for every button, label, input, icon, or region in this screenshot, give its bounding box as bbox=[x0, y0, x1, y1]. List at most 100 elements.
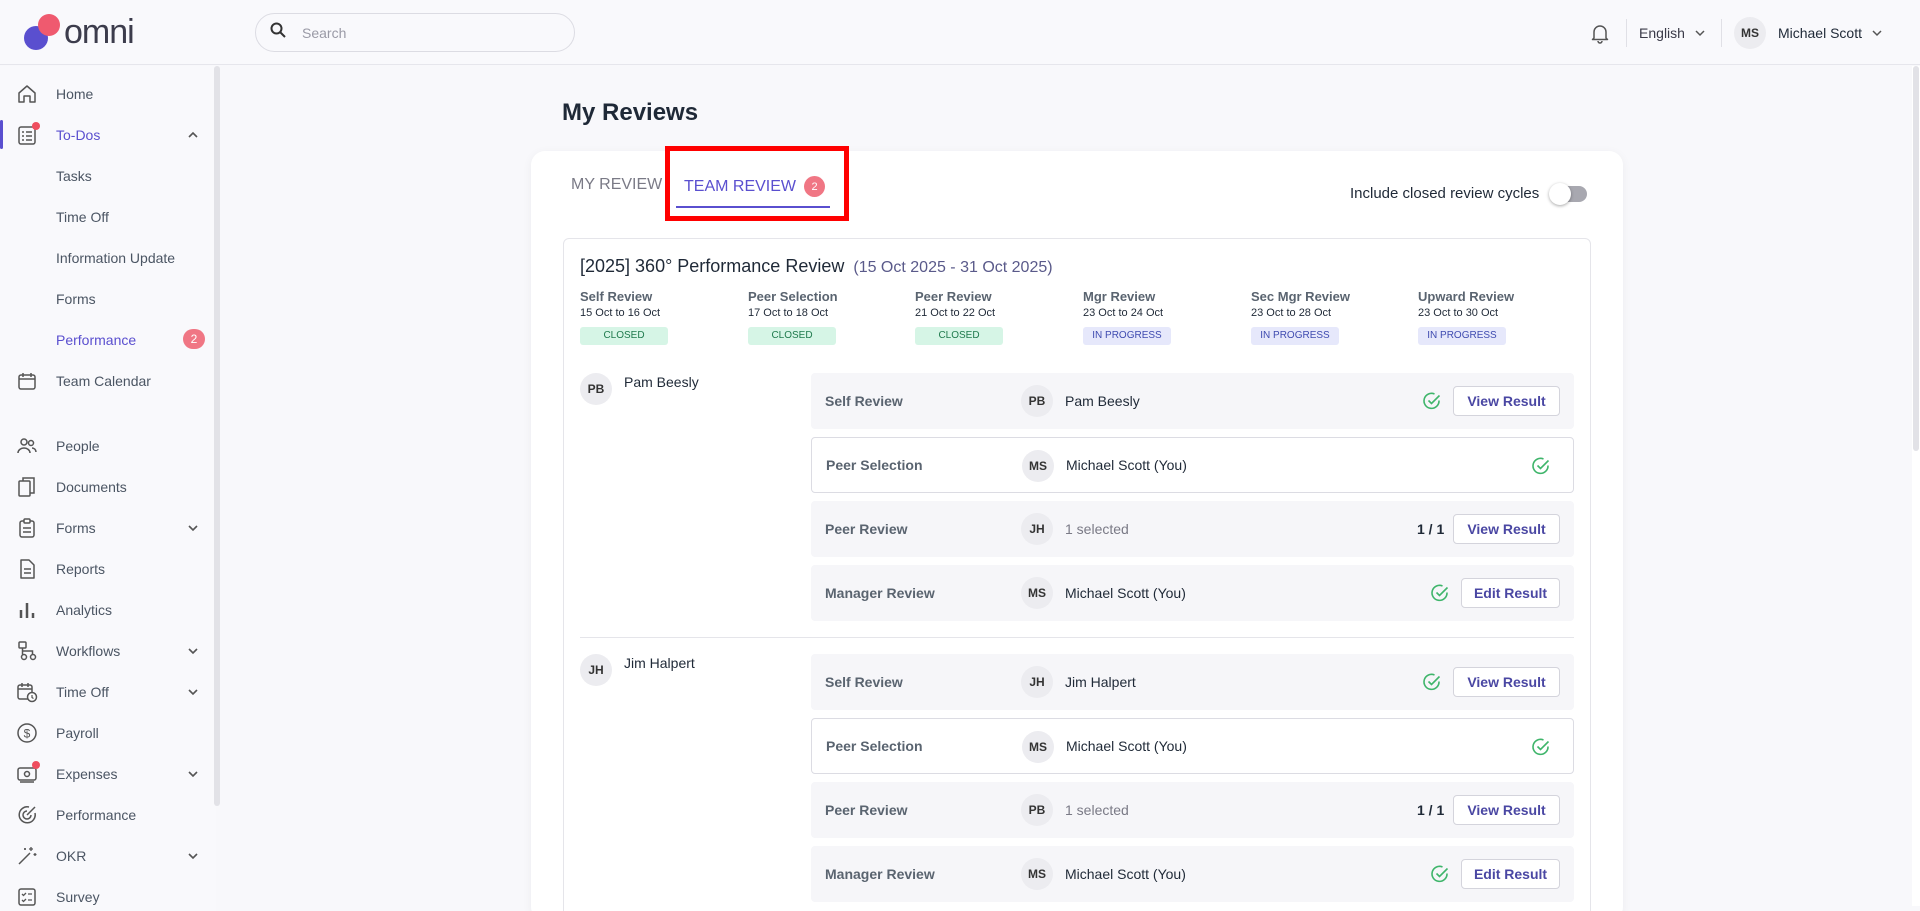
reviewee-divider bbox=[580, 637, 1574, 638]
edit-result-button[interactable]: Edit Result bbox=[1461, 578, 1560, 608]
check-circle-icon bbox=[1423, 392, 1441, 410]
chevron-down-icon bbox=[188, 648, 198, 655]
sidebar-item-survey[interactable]: Survey bbox=[0, 876, 210, 911]
top-bar: omni English MS Michael Scott bbox=[0, 0, 1920, 65]
sidebar-item-todos[interactable]: To-Dos bbox=[0, 114, 210, 155]
review-count: 1 / 1 bbox=[1417, 802, 1445, 818]
avatar: MS bbox=[1021, 858, 1053, 890]
bar-chart-icon bbox=[16, 599, 38, 621]
sidebar-subitem-performance[interactable]: Performance 2 bbox=[0, 319, 210, 360]
toggle-knob bbox=[1549, 182, 1572, 205]
review-row-peer-selection: Peer Selection MS Michael Scott (You) bbox=[811, 718, 1574, 774]
main-scrollbar[interactable] bbox=[1912, 66, 1920, 906]
status-badge: IN PROGRESS bbox=[1083, 327, 1171, 345]
user-menu[interactable]: MS Michael Scott bbox=[1722, 16, 1920, 49]
reviewer-name: 1 selected bbox=[1065, 521, 1129, 537]
reviewer-name: Pam Beesly bbox=[1065, 393, 1140, 409]
reviewer-name: Michael Scott (You) bbox=[1065, 866, 1186, 882]
sidebar-item-label: Home bbox=[56, 85, 94, 102]
review-row-self-review: Self Review PB Pam Beesly View Result bbox=[811, 373, 1574, 429]
view-result-button[interactable]: View Result bbox=[1453, 795, 1560, 825]
stage-peer-review: Peer Review 21 Oct to 22 Oct CLOSED bbox=[915, 289, 1075, 345]
logo-icon bbox=[22, 12, 62, 52]
sidebar-subitem-forms[interactable]: Forms bbox=[0, 278, 210, 319]
clipboard-icon bbox=[16, 517, 38, 539]
user-name: Michael Scott bbox=[1777, 24, 1862, 41]
sidebar-item-payroll[interactable]: $ Payroll bbox=[0, 712, 210, 753]
sidebar-item-people[interactable]: People bbox=[0, 425, 210, 466]
status-badge: CLOSED bbox=[748, 327, 836, 345]
review-row-peer-review: Peer Review PB 1 selected 1 / 1 View Res… bbox=[811, 782, 1574, 838]
sidebar-item-analytics[interactable]: Analytics bbox=[0, 589, 210, 630]
include-closed-toggle-row: Include closed review cycles bbox=[1350, 182, 1588, 205]
view-result-button[interactable]: View Result bbox=[1453, 667, 1560, 697]
cycle-title: [2025] 360° Performance Review (15 Oct 2… bbox=[580, 256, 1053, 277]
avatar: PB bbox=[580, 373, 612, 405]
edit-result-button[interactable]: Edit Result bbox=[1461, 859, 1560, 889]
sidebar-scrollbar[interactable] bbox=[214, 66, 220, 806]
check-circle-icon bbox=[1532, 738, 1550, 756]
check-circle-icon bbox=[1423, 673, 1441, 691]
sidebar-item-performance[interactable]: Performance bbox=[0, 794, 210, 835]
search-box[interactable] bbox=[255, 13, 575, 52]
view-result-button[interactable]: View Result bbox=[1453, 514, 1560, 544]
avatar: MS bbox=[1733, 16, 1766, 49]
sidebar-subitem-time-off[interactable]: Time Off bbox=[0, 196, 210, 237]
dollar-icon: $ bbox=[16, 722, 38, 744]
sidebar-item-time-off[interactable]: Time Off bbox=[0, 671, 210, 712]
sidebar-item-workflows[interactable]: Workflows bbox=[0, 630, 210, 671]
page-title: My Reviews bbox=[562, 99, 699, 126]
sidebar-subitem-information-update[interactable]: Information Update bbox=[0, 237, 210, 278]
sidebar-subitem-tasks[interactable]: Tasks bbox=[0, 155, 210, 196]
cycle-dates: (15 Oct 2025 - 31 Oct 2025) bbox=[853, 259, 1053, 276]
bell-icon[interactable] bbox=[1588, 21, 1612, 45]
sidebar-item-documents[interactable]: Documents bbox=[0, 466, 210, 507]
toggle-label: Include closed review cycles bbox=[1350, 185, 1540, 202]
omni-logo[interactable]: omni bbox=[22, 12, 135, 52]
check-circle-icon bbox=[1431, 584, 1449, 602]
sidebar-item-reports[interactable]: Reports bbox=[0, 548, 210, 589]
status-badge: CLOSED bbox=[580, 327, 668, 345]
calendar-clock-icon bbox=[16, 681, 38, 703]
status-badge: IN PROGRESS bbox=[1418, 327, 1506, 345]
search-icon bbox=[270, 22, 286, 43]
chevron-down-icon bbox=[1872, 29, 1882, 36]
reviewee-name: Jim Halpert bbox=[624, 655, 695, 671]
avatar: MS bbox=[1022, 450, 1054, 482]
status-badge: IN PROGRESS bbox=[1251, 327, 1339, 345]
reviewer-name: Michael Scott (You) bbox=[1065, 585, 1186, 601]
chevron-down-icon bbox=[1695, 29, 1705, 36]
avatar: JH bbox=[1021, 666, 1053, 698]
view-result-button[interactable]: View Result bbox=[1453, 386, 1560, 416]
sidebar-item-okr[interactable]: OKR bbox=[0, 835, 210, 876]
notification-dot bbox=[32, 122, 40, 130]
avatar: JH bbox=[1021, 513, 1053, 545]
stage-self-review: Self Review 15 Oct to 16 Oct CLOSED bbox=[580, 289, 740, 345]
chevron-down-icon bbox=[188, 689, 198, 696]
review-row-peer-review: Peer Review JH 1 selected 1 / 1 View Res… bbox=[811, 501, 1574, 557]
reviewee: PB Pam Beesly bbox=[580, 373, 699, 405]
home-icon bbox=[16, 83, 38, 105]
stage-sec-mgr-review: Sec Mgr Review 23 Oct to 28 Oct IN PROGR… bbox=[1251, 289, 1411, 345]
workflow-icon bbox=[16, 640, 38, 662]
people-icon bbox=[16, 435, 38, 457]
avatar: PB bbox=[1021, 794, 1053, 826]
include-closed-toggle[interactable] bbox=[1549, 182, 1588, 205]
search-input[interactable] bbox=[302, 24, 552, 41]
tab-my-review[interactable]: MY REVIEW bbox=[571, 176, 662, 194]
sidebar-item-team-calendar[interactable]: Team Calendar bbox=[0, 360, 210, 401]
sidebar-item-expenses[interactable]: Expenses bbox=[0, 753, 210, 794]
survey-icon bbox=[16, 886, 38, 908]
sidebar-item-home[interactable]: Home bbox=[0, 73, 210, 114]
avatar: JH bbox=[580, 654, 612, 686]
documents-icon bbox=[16, 476, 38, 498]
review-count: 1 / 1 bbox=[1417, 521, 1445, 537]
language-select[interactable]: English bbox=[1627, 25, 1721, 41]
avatar: PB bbox=[1021, 385, 1053, 417]
scrollbar-thumb[interactable] bbox=[1913, 66, 1919, 451]
chevron-down-icon bbox=[188, 853, 198, 860]
stage-upward-review: Upward Review 23 Oct to 30 Oct IN PROGRE… bbox=[1418, 289, 1578, 345]
sidebar-item-label: To-Dos bbox=[56, 126, 101, 143]
reviewer-name: Michael Scott (You) bbox=[1066, 457, 1187, 473]
sidebar-item-forms[interactable]: Forms bbox=[0, 507, 210, 548]
